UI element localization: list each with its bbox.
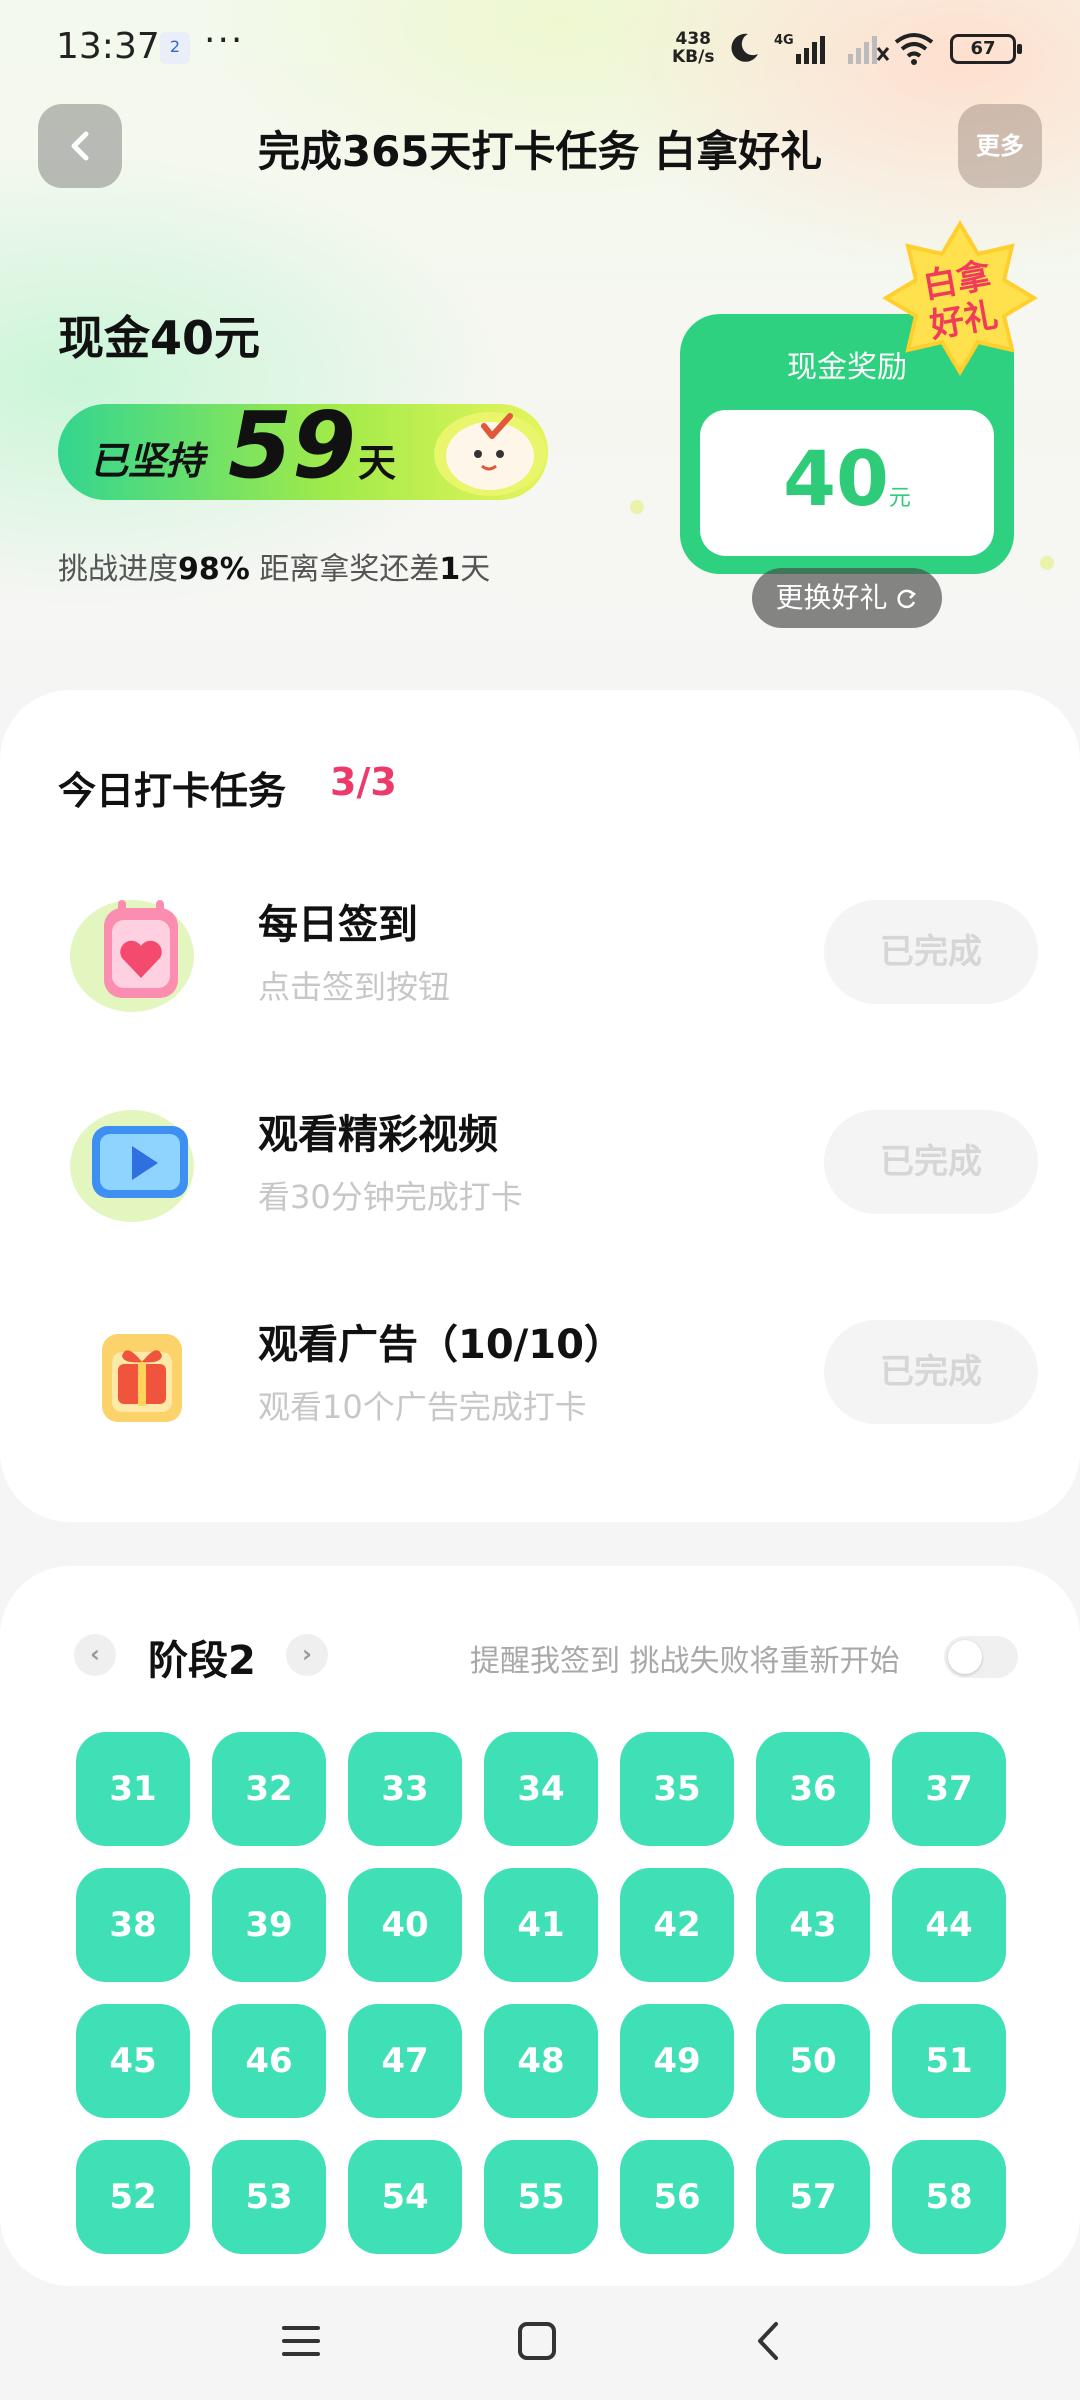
progress-percent: 98% bbox=[178, 552, 250, 587]
progress-line: 挑战进度98% 距离拿奖还差1天 bbox=[58, 544, 490, 588]
cellular-signal-icon: 4G bbox=[774, 33, 890, 64]
menu-icon[interactable] bbox=[276, 2316, 326, 2366]
play-video-icon bbox=[70, 1110, 194, 1222]
sparkle-decoration bbox=[1040, 556, 1054, 570]
task-row: 观看精彩视频 看30分钟完成打卡 已完成 bbox=[0, 1086, 1080, 1236]
task-done-button[interactable]: 已完成 bbox=[824, 1320, 1038, 1424]
day-cell[interactable]: 39 bbox=[212, 1868, 326, 1982]
svg-text:4G: 4G bbox=[774, 33, 794, 48]
notification-icon: 2 bbox=[160, 32, 190, 64]
refresh-icon bbox=[897, 589, 917, 609]
days-left: 1 bbox=[439, 552, 461, 587]
day-cell[interactable]: 35 bbox=[620, 1732, 734, 1846]
change-gift-button[interactable]: 更换好礼 bbox=[752, 568, 942, 628]
task-row: 观看广告（10/10） 观看10个广告完成打卡 已完成 bbox=[0, 1296, 1080, 1446]
day-cell[interactable]: 49 bbox=[620, 2004, 734, 2118]
page-title: 完成365天打卡任务 白拿好礼 bbox=[257, 127, 823, 176]
tasks-count: 3/3 bbox=[330, 760, 397, 804]
day-cell[interactable]: 50 bbox=[756, 2004, 870, 2118]
day-cell[interactable]: 54 bbox=[348, 2140, 462, 2254]
gift-box-icon bbox=[102, 1334, 182, 1422]
day-cell[interactable]: 52 bbox=[76, 2140, 190, 2254]
day-cell[interactable]: 46 bbox=[212, 2004, 326, 2118]
day-cell[interactable]: 44 bbox=[892, 1868, 1006, 1982]
task-subtitle: 点击签到按钮 bbox=[258, 968, 451, 1006]
day-cell[interactable]: 55 bbox=[484, 2140, 598, 2254]
task-row: 每日签到 点击签到按钮 已完成 bbox=[0, 876, 1080, 1026]
day-cell[interactable]: 38 bbox=[76, 1868, 190, 1982]
calendar-heart-icon bbox=[70, 900, 194, 1012]
status-time: 13:37 bbox=[56, 26, 160, 67]
network-speed: 438 KB/s bbox=[672, 30, 714, 66]
mascot-icon bbox=[434, 412, 546, 496]
day-cell[interactable]: 34 bbox=[484, 1732, 598, 1846]
task-subtitle: 看30分钟完成打卡 bbox=[258, 1178, 523, 1216]
sparkle-decoration bbox=[630, 500, 644, 514]
reminder-label: 提醒我签到 挑战失败将重新开始 bbox=[470, 1644, 900, 1679]
reward-unit: 元 bbox=[888, 486, 911, 511]
day-cell[interactable]: 57 bbox=[756, 2140, 870, 2254]
day-cell[interactable]: 45 bbox=[76, 2004, 190, 2118]
task-done-button[interactable]: 已完成 bbox=[824, 1110, 1038, 1214]
day-grid: 31 32 33 34 35 36 37 38 39 40 41 42 43 44 45 46 47 48 49 50… bbox=[76, 1732, 1010, 2254]
day-cell[interactable]: 43 bbox=[756, 1868, 870, 1982]
day-cell[interactable]: 51 bbox=[892, 2004, 1006, 2118]
more-button[interactable]: 更多 bbox=[958, 104, 1042, 188]
home-icon[interactable] bbox=[512, 2316, 562, 2366]
wifi-icon bbox=[894, 33, 934, 65]
stage-title: 阶段2 bbox=[148, 1638, 256, 1684]
reward-amount: 40 bbox=[783, 434, 889, 523]
day-cell[interactable]: 31 bbox=[76, 1732, 190, 1846]
day-cell[interactable]: 56 bbox=[620, 2140, 734, 2254]
day-cell[interactable]: 41 bbox=[484, 1868, 598, 1982]
progress-suffix: 天 bbox=[460, 552, 491, 587]
stage-prev-button[interactable]: ‹ bbox=[74, 1634, 116, 1676]
cash-amount-title: 现金40元 bbox=[58, 311, 261, 365]
reward-value: 40元 bbox=[700, 434, 994, 523]
day-cell[interactable]: 58 bbox=[892, 2140, 1006, 2254]
network-speed-value: 438 bbox=[675, 29, 711, 49]
progress-mid: 距离拿奖还差 bbox=[249, 552, 440, 587]
change-gift-label: 更换好礼 bbox=[775, 581, 888, 614]
task-title: 观看广告（10/10） bbox=[258, 1322, 624, 1368]
day-cell[interactable]: 48 bbox=[484, 2004, 598, 2118]
persist-prefix: 已坚持 bbox=[90, 439, 205, 483]
day-cell[interactable]: 42 bbox=[620, 1868, 734, 1982]
do-not-disturb-icon bbox=[731, 33, 758, 62]
day-cell[interactable]: 33 bbox=[348, 1732, 462, 1846]
day-cell[interactable]: 40 bbox=[348, 1868, 462, 1982]
persist-days: 59 bbox=[228, 392, 357, 499]
tasks-header: 今日打卡任务 bbox=[58, 769, 287, 813]
network-speed-unit: KB/s bbox=[672, 47, 715, 67]
day-cell[interactable]: 36 bbox=[756, 1732, 870, 1846]
day-cell[interactable]: 47 bbox=[348, 2004, 462, 2118]
status-bar: 13:37 2 ··· 438 KB/s 4G 67 bbox=[0, 0, 1080, 100]
reminder-toggle-knob[interactable] bbox=[948, 1640, 982, 1674]
progress-prefix: 挑战进度 bbox=[58, 552, 178, 587]
persist-suffix: 天 bbox=[358, 441, 397, 485]
stage-next-button[interactable]: › bbox=[286, 1634, 328, 1676]
more-notifications-icon: ··· bbox=[204, 20, 245, 61]
task-title: 观看精彩视频 bbox=[258, 1112, 498, 1158]
nav-back-icon[interactable] bbox=[744, 2316, 794, 2366]
battery-icon: 67 bbox=[950, 34, 1022, 64]
day-cell[interactable]: 53 bbox=[212, 2140, 326, 2254]
free-gift-badge-icon: 白拿 好礼 bbox=[882, 220, 1038, 376]
day-cell[interactable]: 32 bbox=[212, 1732, 326, 1846]
task-subtitle: 观看10个广告完成打卡 bbox=[258, 1388, 587, 1426]
task-title: 每日签到 bbox=[258, 902, 418, 948]
task-done-button[interactable]: 已完成 bbox=[824, 900, 1038, 1004]
day-cell[interactable]: 37 bbox=[892, 1732, 1006, 1846]
